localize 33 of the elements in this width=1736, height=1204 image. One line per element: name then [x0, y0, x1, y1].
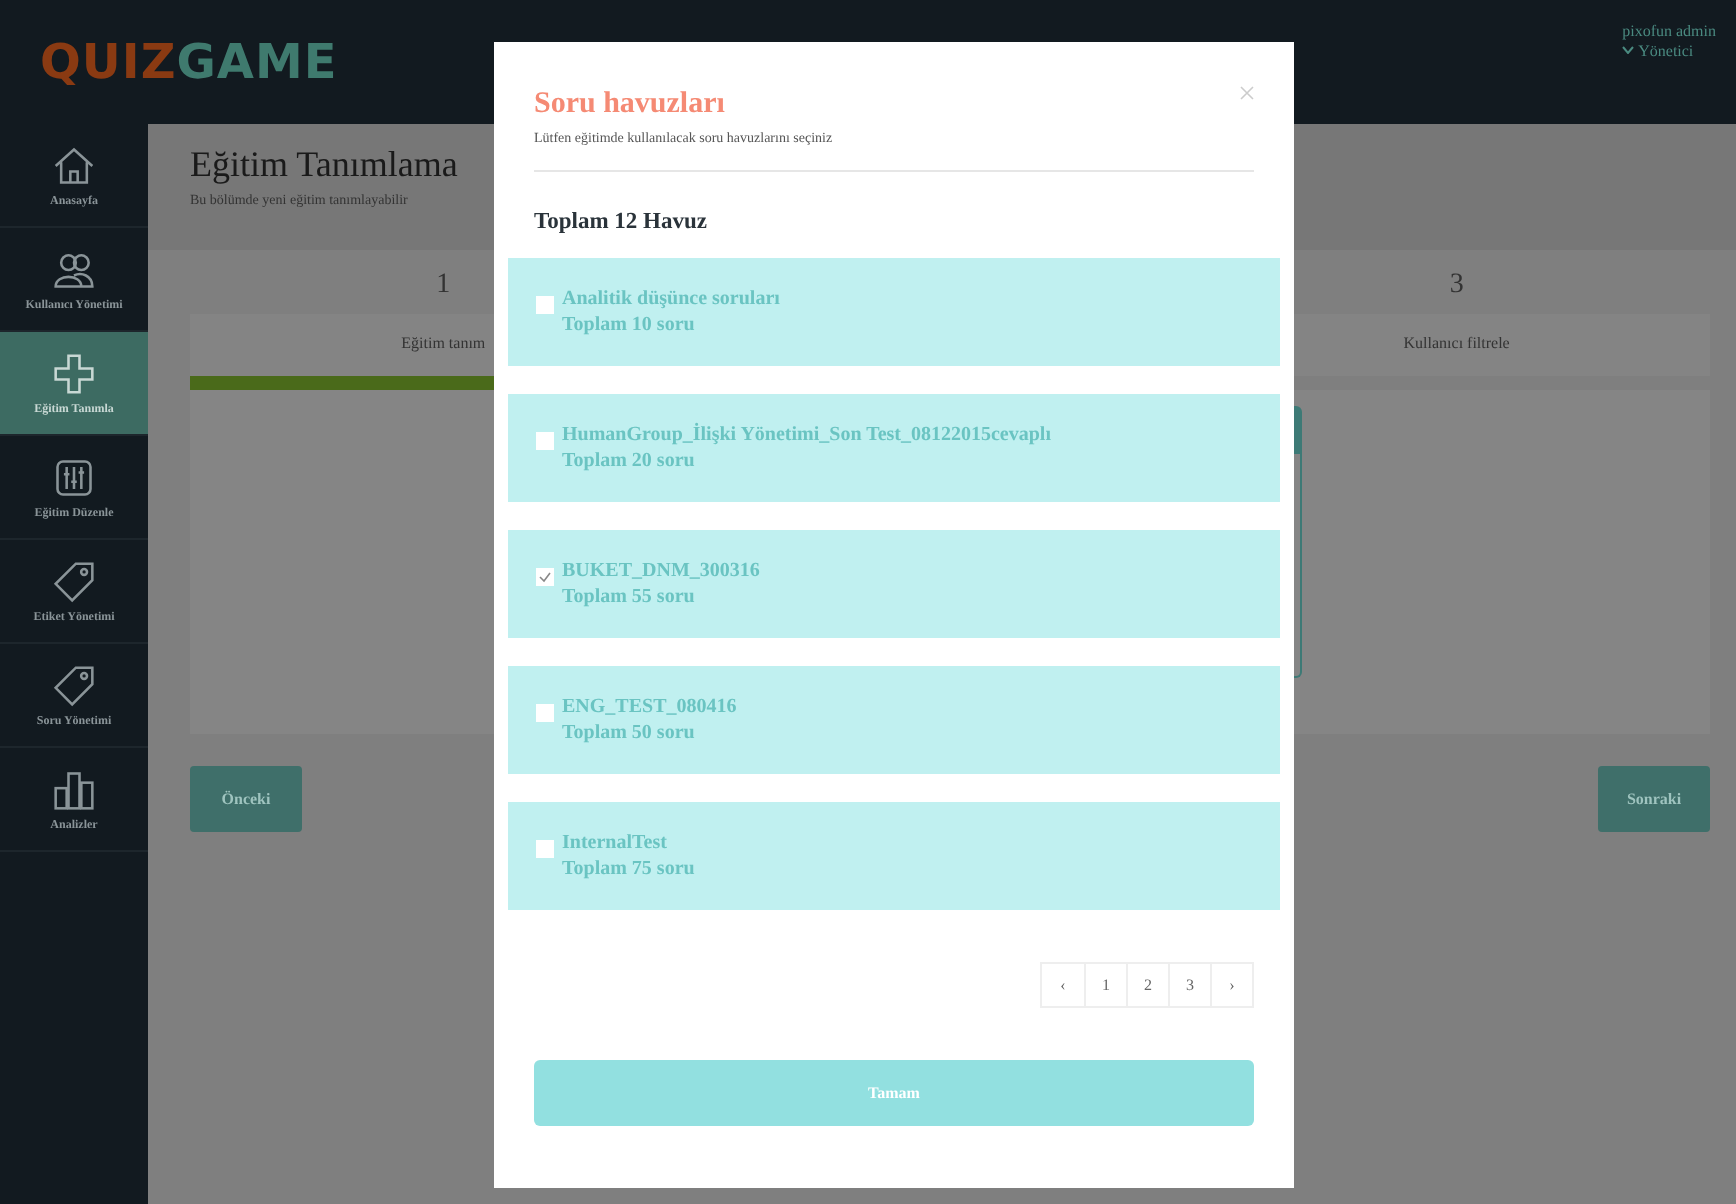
bar-chart-icon	[52, 767, 96, 811]
plus-icon	[52, 351, 96, 395]
caret-icon[interactable]	[1622, 46, 1635, 54]
question-count: Toplam 50 soru	[562, 720, 697, 746]
pool-name: InternalTest	[562, 830, 669, 856]
dialog-title: Soru havuzları	[534, 88, 725, 122]
user-name[interactable]: pixofun admin	[1622, 21, 1716, 39]
user-role[interactable]: Yönetici	[1638, 41, 1694, 59]
sliders-icon	[52, 455, 96, 499]
checkbox[interactable]	[536, 431, 554, 449]
tag-icon	[52, 663, 96, 707]
step-number: 3	[1449, 270, 1464, 304]
pool-name: Analitik düşünce soruları	[562, 286, 780, 312]
logo: QUIZGAME	[40, 34, 338, 90]
question-count: Toplam 10 soru	[562, 312, 697, 338]
checkbox[interactable]	[536, 295, 554, 313]
pool-name: ENG_TEST_080416	[562, 694, 737, 720]
pool-name: BUKET_DNM_300316	[562, 558, 760, 584]
pool-name: HumanGroup_İlişki Yönetimi_Son Test_08122015cevaplı	[562, 422, 1051, 448]
question-count: Toplam 55 soru	[562, 584, 697, 610]
close-icon[interactable]	[1240, 86, 1254, 100]
tag-icon	[52, 559, 96, 603]
house-icon	[52, 143, 96, 187]
page-title: Eğitim Tanımlama	[190, 144, 460, 186]
question-count: Toplam 75 soru	[562, 856, 695, 882]
pool-count: Toplam 12 Havuz	[532, 210, 709, 234]
checkbox[interactable]	[536, 839, 554, 857]
next-button[interactable]: Sonraki	[1598, 766, 1710, 832]
previous-button[interactable]: Önceki	[190, 766, 302, 832]
step-number: 1	[436, 270, 451, 304]
question-count: Toplam 20 soru	[562, 448, 697, 474]
checkbox[interactable]	[536, 703, 554, 721]
checkbox[interactable]	[536, 567, 554, 585]
